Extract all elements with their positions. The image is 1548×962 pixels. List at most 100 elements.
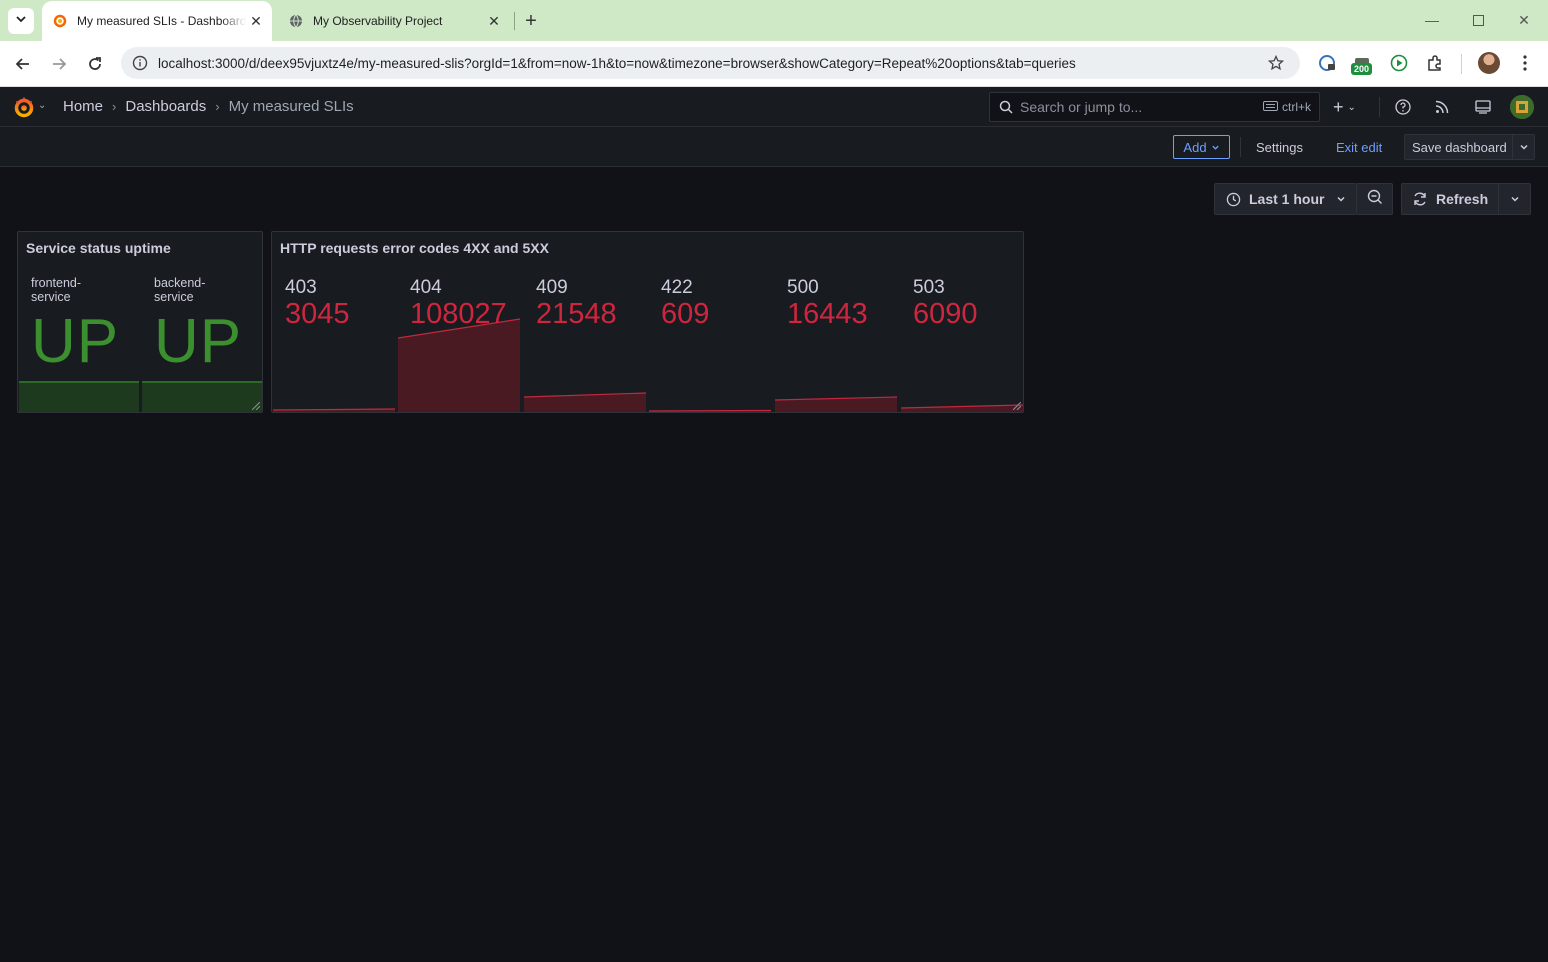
tab-observability-project[interactable]: My Observability Project ✕ <box>278 1 510 41</box>
sparkline <box>142 381 262 412</box>
time-range-picker[interactable]: Last 1 hour <box>1214 183 1357 215</box>
refresh-button[interactable]: Refresh <box>1401 183 1531 215</box>
keyboard-shortcut: ctrl+k <box>1262 100 1311 114</box>
new-tab-button[interactable]: + <box>519 9 543 33</box>
resize-handle-icon[interactable] <box>252 402 260 410</box>
close-tab-icon[interactable]: ✕ <box>246 11 266 31</box>
shortcut-text: ctrl+k <box>1281 100 1311 114</box>
tab-grafana-dashboard[interactable]: My measured SLIs - Dashboards - Grafana … <box>42 1 272 41</box>
panel-title[interactable]: HTTP requests error codes 4XX and 5XX <box>280 240 549 256</box>
keyboard-icon <box>1262 100 1278 114</box>
breadcrumb-current: My measured SLIs <box>228 98 354 115</box>
time-range-label: Last 1 hour <box>1249 191 1325 207</box>
grafana-logo-icon[interactable] <box>12 95 36 119</box>
stat-422: 422 609 <box>649 272 771 412</box>
browser-menu-icon[interactable] <box>1513 51 1537 75</box>
close-tab-icon[interactable]: ✕ <box>484 11 504 31</box>
resize-handle-icon[interactable] <box>1013 402 1021 410</box>
play-icon[interactable] <box>1387 51 1411 75</box>
refresh-label: Refresh <box>1436 191 1489 207</box>
search-placeholder: Search or jump to... <box>1020 99 1143 115</box>
save-dashboard-label: Save dashboard <box>1412 139 1507 155</box>
refresh-icon <box>1412 191 1428 207</box>
grafana-top-bar: ⌄ Home › Dashboards › My measured SLIs S… <box>0 87 1548 127</box>
error-code: 500 <box>787 277 819 298</box>
error-count: 16443 <box>787 298 868 330</box>
chevron-down-icon <box>1211 140 1220 155</box>
error-code: 503 <box>913 277 945 298</box>
browser-tab-bar: My measured SLIs - Dashboards - Grafana … <box>0 0 1548 41</box>
service-name: frontend- service <box>31 276 82 304</box>
address-bar[interactable]: localhost:3000/d/deex95vjuxtz4e/my-measu… <box>121 47 1300 79</box>
breadcrumb: Home › Dashboards › My measured SLIs <box>63 98 354 115</box>
divider <box>1379 97 1380 117</box>
chevron-down-icon <box>1332 194 1350 204</box>
chevron-right-icon: › <box>215 99 220 114</box>
breadcrumb-home[interactable]: Home <box>63 98 103 115</box>
bookmark-star-icon[interactable] <box>1266 53 1286 73</box>
error-count: 609 <box>661 298 710 330</box>
user-avatar[interactable] <box>1510 95 1534 119</box>
tab-search-button[interactable] <box>8 8 34 34</box>
password-manager-icon[interactable] <box>1315 51 1339 75</box>
extension-badge: 200 <box>1351 63 1373 75</box>
exit-edit-button[interactable]: Exit edit <box>1328 135 1390 159</box>
site-info-icon[interactable] <box>131 54 149 72</box>
refresh-interval-dropdown[interactable] <box>1498 184 1530 214</box>
service-status-panel[interactable]: Service status uptime frontend- service … <box>17 231 263 413</box>
stat-409: 409 21548 <box>524 272 646 412</box>
add-label: Add <box>1183 139 1207 155</box>
stat-404: 404 108027 <box>398 272 520 412</box>
error-count: 21548 <box>536 298 617 330</box>
browser-toolbar: localhost:3000/d/deex95vjuxtz4e/my-measu… <box>0 41 1548 87</box>
error-code: 409 <box>536 277 568 298</box>
zoom-out-button[interactable] <box>1357 183 1393 215</box>
chevron-down-icon: ⌄ <box>1347 102 1356 113</box>
error-code: 404 <box>410 277 442 298</box>
service-status-value: UP <box>154 307 243 376</box>
panel-title[interactable]: Service status uptime <box>26 240 171 256</box>
globe-icon <box>288 13 304 29</box>
dock-menu-icon[interactable] <box>1473 97 1493 117</box>
stat-403: 403 3045 <box>273 272 395 412</box>
forward-arrow-icon[interactable] <box>45 50 73 78</box>
clock-icon <box>1225 191 1241 207</box>
chevron-down-icon[interactable]: ⌄ <box>38 100 46 111</box>
tab-divider <box>514 12 515 30</box>
tab-title: My measured SLIs - Dashboards - Grafana <box>77 14 246 28</box>
back-arrow-icon[interactable] <box>9 50 37 78</box>
settings-button[interactable]: Settings <box>1246 135 1313 159</box>
stat-500: 500 16443 <box>775 272 897 412</box>
error-count: 6090 <box>913 298 978 330</box>
service-status-value: UP <box>31 307 120 376</box>
profile-avatar[interactable] <box>1478 52 1500 74</box>
save-dashboard-button[interactable]: Save dashboard <box>1404 134 1535 160</box>
search-icon <box>998 99 1014 115</box>
stat-frontend-service: frontend- service UP <box>19 272 139 412</box>
error-code: 422 <box>661 277 693 298</box>
maximize-icon[interactable] <box>1464 8 1492 32</box>
breadcrumb-dashboards[interactable]: Dashboards <box>125 98 206 115</box>
search-input[interactable]: Search or jump to... ctrl+k <box>989 92 1320 122</box>
reload-icon[interactable] <box>81 50 109 78</box>
close-window-icon[interactable]: ✕ <box>1510 8 1538 32</box>
minimize-icon[interactable]: — <box>1418 8 1446 32</box>
chevron-down-icon <box>1510 196 1519 202</box>
service-name: backend- service <box>154 276 206 304</box>
grafana-favicon-icon <box>52 13 68 29</box>
chevron-right-icon: › <box>112 99 117 114</box>
chevron-down-icon[interactable] <box>1512 135 1534 159</box>
rss-icon[interactable] <box>1432 97 1452 117</box>
help-icon[interactable] <box>1393 97 1413 117</box>
new-menu-button[interactable]: + ⌄ <box>1333 97 1356 118</box>
sparkline <box>19 381 139 412</box>
error-count: 108027 <box>410 298 507 330</box>
chevron-down-icon <box>15 12 27 30</box>
zoom-out-icon <box>1367 189 1383 210</box>
toolbar-separator <box>1461 54 1462 74</box>
stat-503: 503 6090 <box>901 272 1023 412</box>
extensions-puzzle-icon[interactable] <box>1423 51 1447 75</box>
add-button[interactable]: Add <box>1173 135 1230 159</box>
http-error-codes-panel[interactable]: HTTP requests error codes 4XX and 5XX 40… <box>271 231 1024 413</box>
dashboard-edit-toolbar: Add Settings Exit edit Save dashboard <box>0 127 1548 167</box>
